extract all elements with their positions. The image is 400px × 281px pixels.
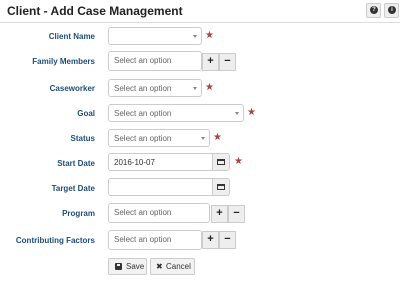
start-date-calendar-button[interactable] (212, 153, 230, 171)
target-date-label: Target Date (51, 184, 95, 193)
caret-down-icon (235, 112, 239, 115)
info-icon: i (388, 6, 396, 14)
start-date-value: 2016-10-07 (114, 158, 155, 167)
header-divider (0, 22, 400, 23)
goal-select[interactable]: Select an option (108, 104, 244, 122)
cancel-button[interactable]: ✖ Cancel (150, 258, 195, 275)
save-button[interactable]: Save (108, 258, 147, 275)
program-label: Program (62, 209, 95, 218)
contributing-factors-label: Contributing Factors (15, 236, 95, 245)
goal-label: Goal (77, 109, 95, 118)
family-members-add-button[interactable]: + (202, 53, 219, 71)
cancel-button-label: Cancel (166, 262, 191, 271)
caseworker-placeholder: Select an option (114, 84, 172, 93)
help-icon: ? (370, 6, 378, 14)
target-date-calendar-button[interactable] (212, 178, 230, 196)
client-name-select[interactable] (108, 27, 202, 45)
goal-placeholder: Select an option (114, 109, 172, 118)
plus-icon: + (216, 207, 223, 219)
program-remove-button[interactable]: − (228, 205, 245, 223)
minus-icon: − (233, 207, 240, 219)
caret-down-icon (193, 35, 197, 38)
status-label: Status (70, 134, 95, 143)
page-title: Client - Add Case Management (7, 4, 183, 18)
contributing-factors-select[interactable]: Select an option (108, 230, 202, 250)
status-select[interactable]: Select an option (108, 129, 210, 147)
plus-icon: + (207, 233, 214, 245)
save-button-label: Save (126, 262, 145, 271)
status-placeholder: Select an option (114, 134, 172, 143)
save-icon (115, 263, 122, 270)
target-date-input[interactable] (108, 178, 213, 196)
info-button[interactable]: i (384, 3, 399, 18)
cancel-icon: ✖ (156, 262, 163, 271)
minus-icon: − (224, 55, 231, 67)
plus-icon: + (207, 55, 214, 67)
minus-icon: − (224, 233, 231, 245)
contributing-factors-add-button[interactable]: + (202, 231, 219, 249)
required-marker: ★ (205, 82, 214, 93)
family-members-placeholder: Select an option (114, 56, 172, 65)
required-marker: ★ (205, 30, 214, 41)
calendar-icon (217, 184, 225, 190)
contributing-factors-placeholder: Select an option (114, 235, 172, 244)
required-marker: ★ (247, 107, 256, 118)
family-members-label: Family Members (32, 57, 95, 66)
title-bar: Client - Add Case Management ? i (0, 0, 400, 23)
start-date-input[interactable]: 2016-10-07 (108, 153, 213, 171)
caret-down-icon (193, 87, 197, 90)
program-select[interactable]: Select an option (108, 203, 210, 223)
required-marker: ★ (234, 156, 243, 167)
program-add-button[interactable]: + (211, 205, 228, 223)
start-date-label: Start Date (57, 159, 95, 168)
family-members-select[interactable]: Select an option (108, 51, 202, 71)
program-placeholder: Select an option (114, 208, 172, 217)
family-members-remove-button[interactable]: − (219, 53, 236, 71)
calendar-icon (217, 159, 225, 165)
client-name-label: Client Name (48, 32, 95, 41)
help-button[interactable]: ? (366, 3, 381, 18)
caseworker-label: Caseworker (49, 84, 95, 93)
caret-down-icon (201, 137, 205, 140)
contributing-factors-remove-button[interactable]: − (219, 231, 236, 249)
caseworker-select[interactable]: Select an option (108, 79, 202, 97)
required-marker: ★ (213, 132, 222, 143)
